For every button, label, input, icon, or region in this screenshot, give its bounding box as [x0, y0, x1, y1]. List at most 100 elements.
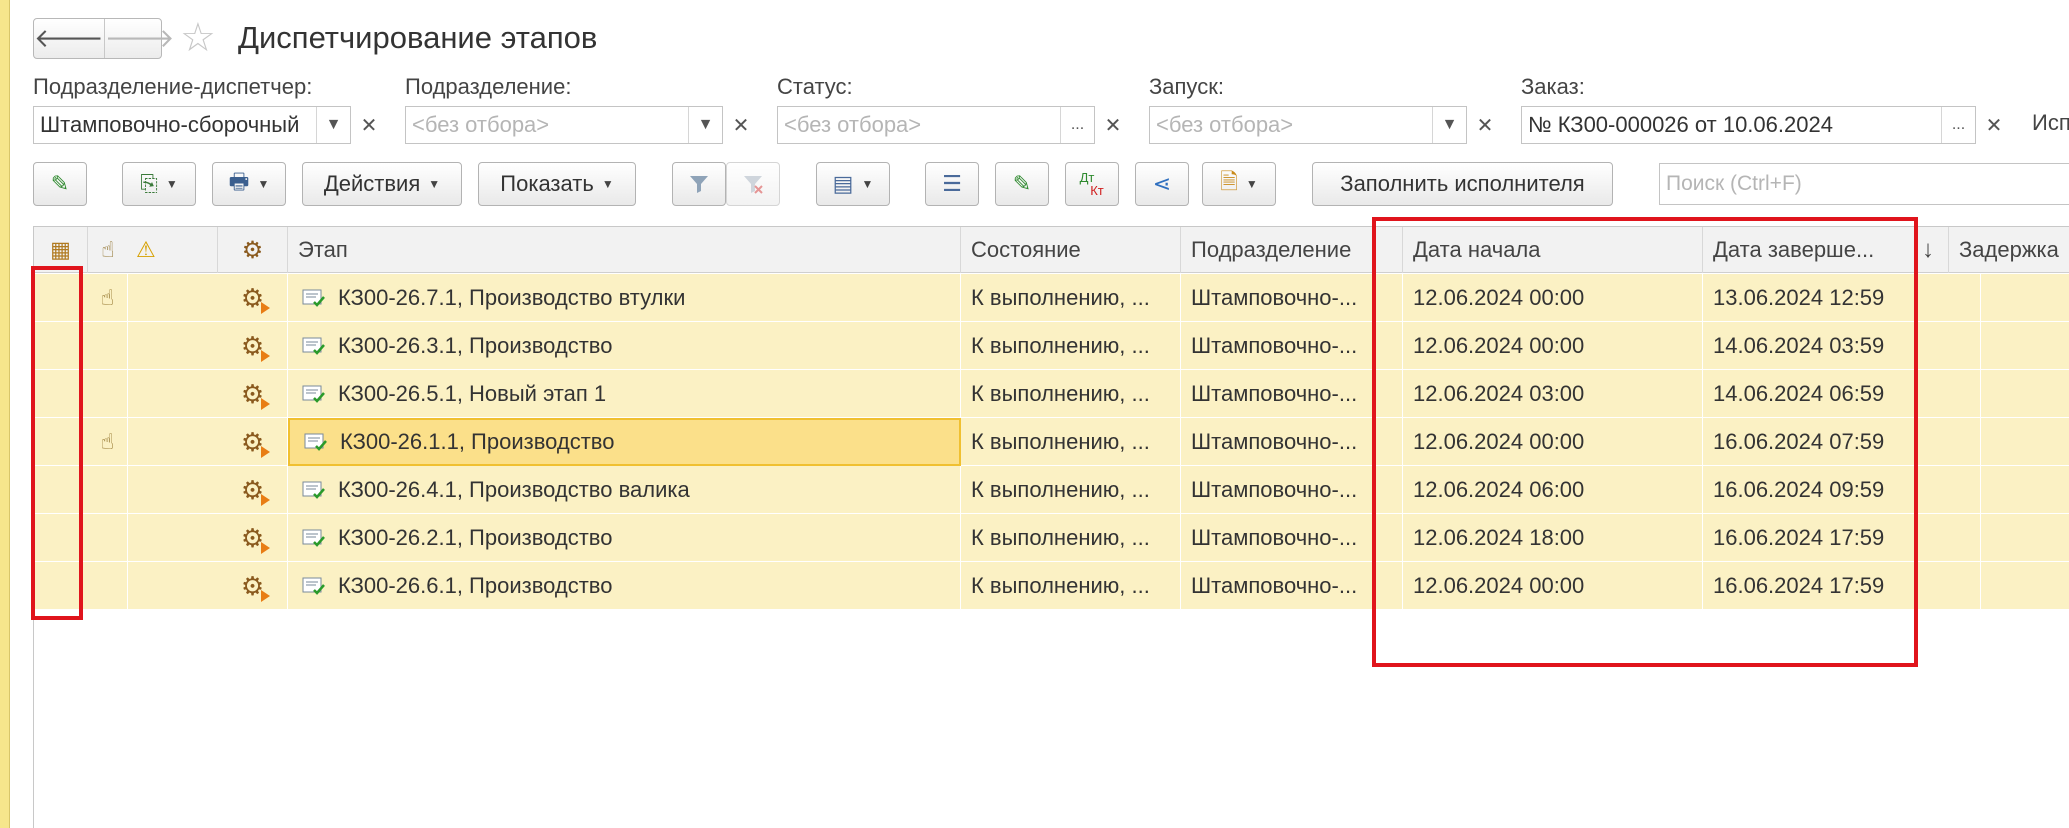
column-state[interactable]: Состояние — [961, 227, 1181, 273]
delay-cell[interactable] — [1949, 514, 2069, 562]
clear-dept-icon[interactable]: ✕ — [722, 106, 760, 144]
forward-arrow-icon[interactable]: 🡒 — [103, 19, 174, 58]
nav-buttons: 🡐 🡒 — [33, 18, 174, 59]
delay-cell[interactable] — [1949, 322, 2069, 370]
document-check-icon — [302, 288, 326, 308]
state-cell[interactable]: К выполнению, ... — [971, 322, 1181, 370]
document-check-icon — [302, 384, 326, 404]
print-button[interactable]: 🖶 ▼ — [212, 162, 286, 206]
select-more-icon[interactable]: ... — [1060, 107, 1094, 143]
funnel-icon — [690, 176, 708, 193]
empty-cell — [88, 514, 128, 562]
chevron-down-icon[interactable]: ▼ — [316, 107, 350, 143]
fill-executor-label: Заполнить исполнителя — [1340, 171, 1585, 196]
etap-label: КЗ00-26.3.1, Производство — [338, 333, 613, 358]
chevron-down-icon[interactable]: ▼ — [1432, 107, 1466, 143]
share-button[interactable]: ⋖ — [1135, 162, 1189, 206]
etap-cell[interactable]: КЗ00-26.4.1, Производство валика — [288, 466, 961, 514]
gear-icon: ⚙ — [218, 562, 288, 610]
etap-label: КЗ00-26.7.1, Производство втулки — [338, 285, 686, 310]
report-button[interactable]: ▤ ▼ — [816, 162, 890, 206]
state-cell[interactable]: К выполнению, ... — [971, 514, 1181, 562]
clear-filter-button[interactable] — [726, 162, 780, 206]
executor-label-cut: Исп — [2032, 110, 2069, 135]
edit-button[interactable]: ✎ — [33, 162, 87, 206]
etap-cell[interactable]: КЗ00-26.2.1, Производство — [288, 514, 961, 562]
page-title: Диспетчирование этапов — [238, 20, 598, 55]
hand-icon[interactable]: ☝ — [88, 227, 128, 273]
list-icon: ☰ — [942, 171, 962, 196]
delay-cell[interactable] — [1949, 274, 2069, 322]
dispatcher-dept-value[interactable]: Штамповочно-сборочный — [34, 107, 316, 143]
delay-cell[interactable] — [1949, 418, 2069, 466]
warning-icon[interactable]: ⚠ — [128, 227, 218, 273]
state-cell[interactable]: К выполнению, ... — [971, 418, 1181, 466]
etap-label: КЗ00-26.6.1, Производство — [338, 573, 613, 598]
favorite-star-icon[interactable]: ☆ — [180, 18, 216, 58]
clear-order-icon[interactable]: ✕ — [1975, 106, 2013, 144]
gear-icon: ⚙ — [218, 322, 288, 370]
filter-label-status: Статус: — [777, 74, 853, 99]
etap-cell[interactable]: КЗ00-26.6.1, Производство — [288, 562, 961, 610]
fill-executor-button[interactable]: Заполнить исполнителя — [1312, 162, 1613, 206]
status-field[interactable]: <без отбора> ... — [777, 106, 1095, 144]
report-icon: ▤ — [832, 171, 854, 196]
select-more-icon[interactable]: ... — [1941, 107, 1975, 143]
delay-cell[interactable] — [1949, 562, 2069, 610]
chevron-down-icon: ▼ — [861, 177, 874, 191]
document-clock-icon: 🗎 — [1220, 169, 1238, 194]
show-label: Показать — [500, 171, 594, 196]
dept-value[interactable]: <без отбора> — [406, 107, 688, 143]
state-cell[interactable]: К выполнению, ... — [971, 466, 1181, 514]
empty-cell — [88, 466, 128, 514]
column-delay[interactable]: Задержка — [1949, 227, 2069, 273]
document-check-icon — [302, 528, 326, 548]
order-value[interactable]: № КЗ00-000026 от 10.06.2024 — [1522, 107, 1941, 143]
kt-label: Кт — [1090, 183, 1104, 198]
status-value[interactable]: <без отбора> — [778, 107, 1060, 143]
hand-icon: ☝ — [88, 418, 128, 466]
delay-cell[interactable] — [1949, 370, 2069, 418]
column-etap[interactable]: Этап — [288, 227, 961, 273]
etap-label: КЗ00-26.1.1, Производство — [340, 429, 615, 454]
show-button[interactable]: Показать ▼ — [478, 162, 636, 206]
filter-button[interactable] — [672, 162, 726, 206]
search-input[interactable]: Поиск (Ctrl+F) — [1659, 163, 2069, 205]
gear-icon[interactable]: ⚙ — [218, 227, 288, 273]
document-check-icon — [304, 432, 328, 452]
chevron-down-icon: ▼ — [601, 177, 614, 191]
gear-icon: ⚙ — [218, 514, 288, 562]
etap-cell[interactable]: КЗ00-26.1.1, Производство — [288, 418, 961, 466]
order-field[interactable]: № КЗ00-000026 от 10.06.2024 ... — [1521, 106, 1976, 144]
gear-icon: ⚙ — [218, 370, 288, 418]
launch-field[interactable]: <без отбора> ▼ — [1149, 106, 1467, 144]
list-button[interactable]: ☰ — [925, 162, 979, 206]
highlight-box-status-column — [31, 266, 83, 620]
delay-cell[interactable] — [1949, 466, 2069, 514]
state-cell[interactable]: К выполнению, ... — [971, 274, 1181, 322]
dispatcher-dept-field[interactable]: Штамповочно-сборочный ▼ — [33, 106, 351, 144]
copy-document-icon: ⎘ — [140, 171, 158, 196]
column-dept[interactable]: Подразделение — [1181, 227, 1403, 273]
create-based-on-button[interactable]: ⎘ ▼ — [122, 162, 196, 206]
etap-cell[interactable]: КЗ00-26.5.1, Новый этап 1 — [288, 370, 961, 418]
schedule-button[interactable]: 🗎 ▼ — [1202, 162, 1276, 206]
back-arrow-icon[interactable]: 🡐 — [34, 19, 104, 58]
edit-time-button[interactable]: ✎ — [995, 162, 1049, 206]
chevron-down-icon: ▼ — [165, 177, 178, 191]
clear-status-icon[interactable]: ✕ — [1094, 106, 1132, 144]
share-icon: ⋖ — [1152, 171, 1172, 196]
clear-dispatcher-dept-icon[interactable]: ✕ — [350, 106, 388, 144]
chevron-down-icon[interactable]: ▼ — [688, 107, 722, 143]
clear-launch-icon[interactable]: ✕ — [1466, 106, 1504, 144]
state-cell[interactable]: К выполнению, ... — [971, 370, 1181, 418]
etap-cell[interactable]: КЗ00-26.3.1, Производство — [288, 322, 961, 370]
launch-value[interactable]: <без отбора> — [1150, 107, 1432, 143]
dt-kt-button[interactable]: Дт Кт — [1065, 162, 1119, 206]
printer-icon: 🖶 — [228, 169, 250, 194]
etap-cell[interactable]: КЗ00-26.7.1, Производство втулки — [288, 274, 961, 322]
sort-arrow-icon: ↓ — [1922, 236, 1934, 263]
state-cell[interactable]: К выполнению, ... — [971, 562, 1181, 610]
actions-button[interactable]: Действия ▼ — [302, 162, 462, 206]
dept-field[interactable]: <без отбора> ▼ — [405, 106, 723, 144]
